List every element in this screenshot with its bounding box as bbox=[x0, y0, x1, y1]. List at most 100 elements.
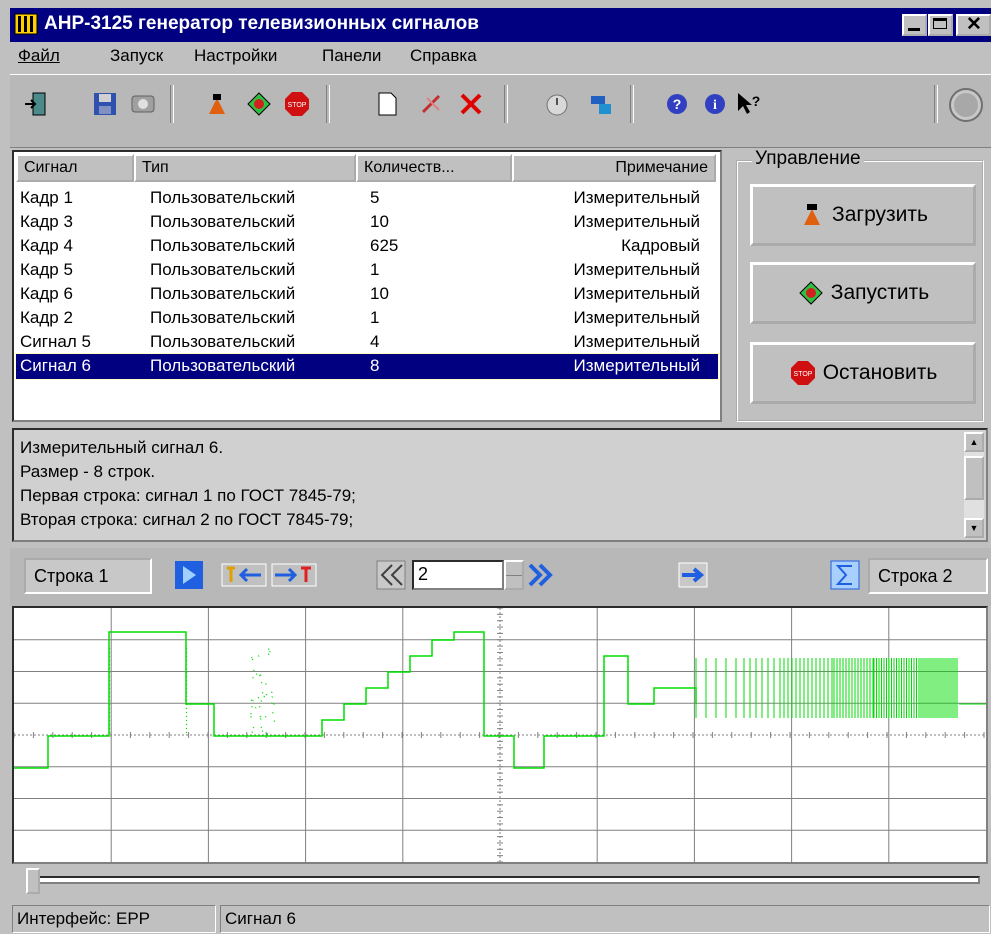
cell-note: Измерительный bbox=[574, 284, 700, 304]
table-row[interactable]: Кадр 4 Пользовательский 625 Кадровый bbox=[16, 234, 718, 259]
cell-type: Пользовательский bbox=[150, 260, 295, 280]
table-row[interactable]: Кадр 6 Пользовательский 10 Измерительный bbox=[16, 282, 718, 307]
cell-count: 10 bbox=[370, 284, 389, 304]
indicator-icon bbox=[947, 86, 985, 124]
table-row[interactable]: Кадр 1 Пользовательский 5 Измерительный bbox=[16, 186, 718, 211]
stop-toolbar-button[interactable]: STOP bbox=[280, 87, 314, 121]
settings-button[interactable] bbox=[584, 87, 618, 121]
column-header-count[interactable]: Количеств... bbox=[356, 154, 512, 182]
table-row-selected[interactable]: Сигнал 6 Пользовательский 8 Измерительны… bbox=[16, 354, 718, 379]
cell-type: Пользовательский bbox=[150, 188, 295, 208]
description-line: Первая строка: сигнал 1 по ГОСТ 7845-79; bbox=[20, 486, 356, 506]
edit-icon bbox=[419, 90, 447, 118]
menu-settings[interactable]: Настройки bbox=[194, 46, 277, 66]
arrow-right-icon bbox=[678, 560, 708, 590]
sum-button[interactable] bbox=[828, 558, 862, 592]
slider-thumb[interactable] bbox=[26, 868, 40, 894]
info-icon: i bbox=[701, 90, 729, 118]
run-icon bbox=[797, 279, 825, 307]
column-header-type[interactable]: Тип bbox=[134, 154, 356, 182]
cell-count: 10 bbox=[370, 212, 389, 232]
cell-signal: Сигнал 5 bbox=[20, 332, 91, 352]
delete-icon bbox=[457, 90, 485, 118]
run-button[interactable]: Запустить bbox=[750, 262, 976, 324]
next-line-button[interactable] bbox=[676, 558, 710, 592]
cell-signal: Кадр 4 bbox=[20, 236, 73, 256]
maximize-button[interactable] bbox=[928, 14, 953, 36]
scroll-up-button[interactable]: ▲ bbox=[964, 432, 984, 452]
title-bar[interactable]: АНР-3125 генератор телевизионных сигнало… bbox=[10, 8, 991, 42]
scroll-thumb[interactable] bbox=[964, 456, 984, 500]
signal-description[interactable]: Измерительный сигнал 6. Размер - 8 строк… bbox=[12, 428, 988, 542]
menu-help[interactable]: Справка bbox=[410, 46, 477, 66]
cell-note: Измерительный bbox=[574, 260, 700, 280]
cell-note: Измерительный bbox=[574, 356, 700, 376]
column-header-signal[interactable]: Сигнал bbox=[16, 154, 134, 182]
slider-track bbox=[26, 876, 980, 884]
menu-file[interactable]: Файл bbox=[18, 46, 60, 66]
stop-icon: STOP bbox=[283, 90, 311, 118]
play-icon bbox=[174, 560, 204, 590]
close-icon: ✕ bbox=[966, 13, 982, 36]
status-indicator bbox=[946, 85, 986, 125]
delete-button[interactable] bbox=[454, 87, 488, 121]
step-forward-button[interactable] bbox=[524, 558, 558, 592]
help-button[interactable]: ? bbox=[660, 87, 694, 121]
settings-icon bbox=[587, 90, 615, 118]
edit-button[interactable] bbox=[416, 87, 450, 121]
disk-button[interactable] bbox=[126, 87, 160, 121]
step-spinner[interactable] bbox=[504, 560, 524, 590]
save-button[interactable] bbox=[88, 87, 122, 121]
new-button[interactable] bbox=[370, 87, 404, 121]
step-back-button[interactable] bbox=[374, 558, 408, 592]
step-input[interactable]: 2 bbox=[412, 560, 504, 590]
table-row[interactable]: Кадр 3 Пользовательский 10 Измерительный bbox=[16, 210, 718, 235]
cell-signal: Кадр 6 bbox=[20, 284, 73, 304]
table-row[interactable]: Сигнал 5 Пользовательский 4 Измерительны… bbox=[16, 330, 718, 355]
stop-button-label: Остановить bbox=[823, 361, 938, 385]
timer-button[interactable] bbox=[540, 87, 574, 121]
menu-run[interactable]: Запуск bbox=[110, 46, 163, 66]
info-button[interactable]: i bbox=[698, 87, 732, 121]
first-line-button[interactable] bbox=[220, 558, 268, 592]
run-toolbar-button[interactable] bbox=[242, 87, 276, 121]
run-button-label: Запустить bbox=[831, 281, 929, 305]
status-interface: Интерфейс: EPP bbox=[12, 905, 216, 933]
exit-button[interactable] bbox=[20, 87, 54, 121]
toolbar: STOP ? i ? bbox=[10, 74, 991, 148]
play-button[interactable] bbox=[172, 558, 206, 592]
close-button[interactable]: ✕ bbox=[956, 14, 991, 36]
cell-type: Пользовательский bbox=[150, 332, 295, 352]
svg-text:i: i bbox=[713, 98, 717, 113]
menu-panels[interactable]: Панели bbox=[322, 46, 381, 66]
cell-type: Пользовательский bbox=[150, 284, 295, 304]
context-help-button[interactable]: ? bbox=[732, 87, 766, 121]
cell-count: 4 bbox=[370, 332, 379, 352]
column-header-note[interactable]: Примечание bbox=[512, 154, 716, 182]
stop-button[interactable]: STOP Остановить bbox=[750, 342, 976, 404]
cell-note: Измерительный bbox=[574, 212, 700, 232]
last-line-button[interactable] bbox=[270, 558, 318, 592]
table-row[interactable]: Кадр 5 Пользовательский 1 Измерительный bbox=[16, 258, 718, 283]
context-help-icon: ? bbox=[735, 90, 763, 118]
waveform-display[interactable] bbox=[12, 606, 988, 864]
svg-text:?: ? bbox=[673, 96, 682, 112]
description-scrollbar[interactable]: ▲ ▼ bbox=[964, 432, 984, 538]
cell-note: Измерительный bbox=[574, 188, 700, 208]
scroll-down-button[interactable]: ▼ bbox=[964, 518, 984, 538]
svg-text:STOP: STOP bbox=[288, 102, 307, 109]
description-line: Вторая строка: сигнал 2 по ГОСТ 7845-79; bbox=[20, 510, 353, 534]
save-icon bbox=[91, 90, 119, 118]
double-chevron-right-icon bbox=[526, 560, 556, 590]
navigation-bar: Строка 1 2 Строка 2 bbox=[10, 548, 991, 606]
position-slider[interactable] bbox=[12, 864, 988, 900]
signal-table[interactable]: Сигнал Тип Количеств... Примечание Кадр … bbox=[12, 150, 722, 422]
load-button[interactable]: Загрузить bbox=[750, 184, 976, 246]
table-row[interactable]: Кадр 2 Пользовательский 1 Измерительный bbox=[16, 306, 718, 331]
load-toolbar-button[interactable] bbox=[200, 87, 234, 121]
minimize-button[interactable] bbox=[902, 14, 927, 36]
control-group-label: Управление bbox=[752, 148, 864, 170]
cell-count: 1 bbox=[370, 260, 379, 280]
cell-signal: Кадр 3 bbox=[20, 212, 73, 232]
cell-type: Пользовательский bbox=[150, 308, 295, 328]
